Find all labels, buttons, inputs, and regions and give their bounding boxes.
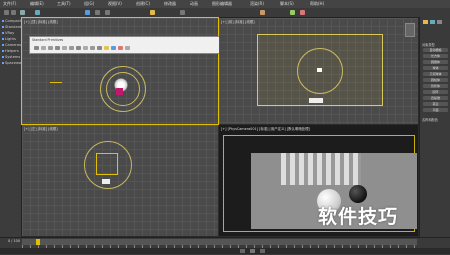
teapot-button[interactable]: 茶壶 <box>423 102 448 106</box>
box-object[interactable] <box>96 153 118 175</box>
tube-button[interactable]: 管状体 <box>423 84 448 88</box>
camera-icon[interactable] <box>111 46 116 50</box>
menu-item-scripting[interactable]: 脚本(S) <box>280 1 294 7</box>
left-item-helpers[interactable]: Helpers <box>2 49 19 53</box>
scale-icon[interactable] <box>105 10 110 15</box>
teapot-icon[interactable] <box>62 46 67 50</box>
watermark-text: 软件技巧 <box>318 206 399 228</box>
main-toolbar <box>0 8 450 18</box>
left-item-vray[interactable]: VRay <box>2 31 14 35</box>
ball-object[interactable] <box>116 88 123 95</box>
command-panel: 对象类型 自动栅格 长方体 圆锥体 球体 几何球体 圆柱体 管状体 圆环 四棱锥… <box>419 17 450 237</box>
viewport-label[interactable]: [+] [PhysCamera001] [标准] [用户定义] [默认明暗处理] <box>221 126 310 131</box>
viewport-label[interactable]: [+] [左] [标准] [线框] <box>24 126 58 131</box>
sphere-icon[interactable] <box>41 46 46 50</box>
prev-frame-button[interactable] <box>240 249 245 253</box>
shape-icon[interactable] <box>118 46 123 50</box>
primitives-popup: Standard Primitives <box>29 36 229 54</box>
viewport-top[interactable]: [+] [顶] [标准] [线框] <box>21 17 219 125</box>
cone-button[interactable]: 圆锥体 <box>423 60 448 64</box>
autogrid-toggle[interactable]: 自动栅格 <box>423 48 448 52</box>
menu-item-tools[interactable]: 工具(T) <box>57 1 71 7</box>
tube-icon[interactable] <box>90 46 95 50</box>
cylinder-icon[interactable] <box>48 46 53 50</box>
name-color-title: 名称和颜色 <box>422 118 438 122</box>
viewport-label[interactable]: [+] [前] [标准] [线框] <box>221 19 255 24</box>
menu-item-animation[interactable]: 动画 <box>190 1 198 7</box>
select-icon[interactable] <box>35 10 40 15</box>
left-item-lights[interactable]: Lights <box>2 37 16 41</box>
menu-item-help[interactable]: 帮助(H) <box>310 1 324 7</box>
pins-object[interactable] <box>309 98 323 103</box>
panel-tab-create-icon[interactable] <box>423 20 428 24</box>
menu-item-group[interactable]: 组(G) <box>84 1 94 7</box>
left-item-standard[interactable]: Standard <box>2 25 21 29</box>
next-frame-button[interactable] <box>260 249 265 253</box>
undo-icon[interactable] <box>4 10 9 15</box>
helper-icon[interactable] <box>125 46 130 50</box>
menu-item-view[interactable]: 视图(V) <box>108 1 122 7</box>
popup-title: Standard Primitives <box>32 38 64 42</box>
snap-icon[interactable] <box>150 10 155 15</box>
pyramid-icon[interactable] <box>83 46 88 50</box>
render-setup-icon[interactable] <box>290 10 295 15</box>
cylinder-button[interactable]: 圆柱体 <box>423 78 448 82</box>
panel-tab-modify-icon[interactable] <box>430 20 435 24</box>
sphere-button[interactable]: 球体 <box>423 66 448 70</box>
cone-icon[interactable] <box>69 46 74 50</box>
material-editor-icon[interactable] <box>260 10 265 15</box>
left-item-cameras[interactable]: Cameras <box>2 43 21 47</box>
mirror-icon[interactable] <box>180 10 185 15</box>
geosphere-button[interactable]: 几何球体 <box>423 72 448 76</box>
geosphere-icon[interactable] <box>97 46 102 50</box>
frame-counter: 0 / 100 <box>8 239 20 243</box>
render-icon[interactable] <box>300 10 305 15</box>
torus-icon[interactable] <box>55 46 60 50</box>
rotate-icon[interactable] <box>95 10 100 15</box>
left-scene-explorer: Compact Standard VRay Lights Cameras Hel… <box>0 17 27 237</box>
ball-object[interactable] <box>317 68 322 72</box>
panel-tab-hierarchy-icon[interactable] <box>437 20 442 24</box>
menu-item-edit[interactable]: 编辑(E) <box>30 1 44 7</box>
menu-item-rendering[interactable]: 渲染(R) <box>250 1 264 7</box>
box-icon[interactable] <box>34 46 39 50</box>
axis-gizmo-icon <box>50 82 62 83</box>
ball-object-2[interactable] <box>349 185 367 203</box>
viewport-label[interactable]: [+] [顶] [标准] [线框] <box>24 19 58 24</box>
menu-item-file[interactable]: 文件(F) <box>3 1 16 7</box>
menu-item-create[interactable]: 创建(C) <box>136 1 150 7</box>
pins-object[interactable] <box>102 179 110 184</box>
menu-item-modifiers[interactable]: 修改器 <box>164 1 176 7</box>
move-icon[interactable] <box>85 10 90 15</box>
left-item-compact[interactable]: Compact <box>2 19 21 23</box>
plane-icon[interactable] <box>76 46 81 50</box>
box-button[interactable]: 长方体 <box>423 54 448 58</box>
left-item-systems[interactable]: Systems <box>2 55 20 59</box>
viewport-front[interactable]: [+] [前] [标准] [线框] <box>219 18 418 124</box>
object-type-title: 对象类型 <box>422 43 435 47</box>
plane-button[interactable]: 平面 <box>423 108 448 112</box>
pyramid-button[interactable]: 四棱锥 <box>423 96 448 100</box>
link-icon[interactable] <box>20 10 25 15</box>
menu-bar: 文件(F) 编辑(E) 工具(T) 组(G) 视图(V) 创建(C) 修改器 动… <box>0 0 450 8</box>
play-button[interactable] <box>250 249 255 253</box>
torus-button[interactable]: 圆环 <box>423 90 448 94</box>
pins-object[interactable] <box>281 153 361 185</box>
scroll-button-icon[interactable] <box>405 23 415 37</box>
redo-icon[interactable] <box>11 10 16 15</box>
light-icon[interactable] <box>104 46 109 50</box>
viewport-left[interactable]: [+] [左] [标准] [线框] <box>22 125 218 236</box>
status-bar <box>0 248 450 254</box>
menu-item-graph-editors[interactable]: 图形编辑器 <box>212 1 232 7</box>
